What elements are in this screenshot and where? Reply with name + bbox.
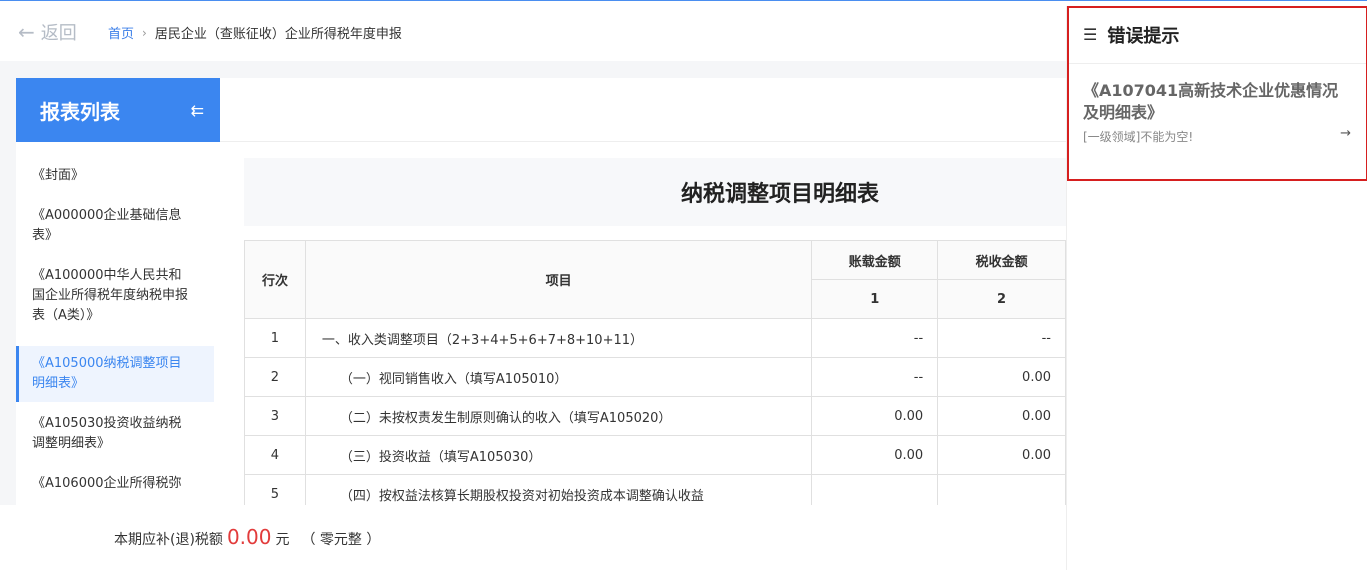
sidebar-item-cover[interactable]: 《封面》 xyxy=(16,166,214,186)
tax-payable-unit: 元 xyxy=(275,532,290,548)
row-tax-amount[interactable] xyxy=(937,474,1066,508)
breadcrumb-current: 居民企业（查账征收）企业所得税年度申报 xyxy=(154,27,402,42)
tax-payable-label: 本期应补(退)税额 xyxy=(114,532,223,548)
row-no: 4 xyxy=(244,435,306,475)
form-title-box: 纳税调整项目明细表 xyxy=(244,158,1066,226)
row-no: 2 xyxy=(244,357,306,397)
col-header-row-no: 行次 xyxy=(244,240,306,319)
col-header-book-amount: 账载金额 xyxy=(811,240,939,280)
row-item: （一）视同销售收入（填写A105010） xyxy=(304,357,813,397)
table-row: 5 （四）按权益法核算长期股权投资对初始投资成本调整确认收益 xyxy=(244,474,1066,508)
row-tax-amount: -- xyxy=(937,318,1066,358)
row-book-amount[interactable]: 0.00 xyxy=(811,435,939,475)
back-button[interactable]: ← 返回 xyxy=(18,19,77,45)
tax-summary-footer: 本期应补(退)税额 0.00 元 （ 零元整 ） xyxy=(0,505,1066,570)
row-tax-amount[interactable]: 0.00 xyxy=(937,357,1066,397)
sidebar-item-a106000[interactable]: 《A106000企业所得税弥 xyxy=(16,474,214,494)
form-toolbar xyxy=(220,78,1066,142)
row-book-amount[interactable] xyxy=(811,474,939,508)
adjustment-table: 行次 项目 账载金额 税收金额 1 2 1 一、收入类调整项目（2+3+4+5+… xyxy=(244,240,1066,508)
row-no: 3 xyxy=(244,396,306,436)
table-row: 3 （二）未按权责发生制原则确认的收入（填写A105020） 0.00 0.00 xyxy=(244,396,1066,436)
col-header-item: 项目 xyxy=(304,240,813,319)
tax-summary: 本期应补(退)税额 0.00 元 （ 零元整 ） xyxy=(114,525,380,549)
col-number-1: 1 xyxy=(811,279,939,319)
error-highlight-box xyxy=(1067,6,1367,181)
table-row: 2 （一）视同销售收入（填写A105010） -- 0.00 xyxy=(244,357,1066,397)
row-tax-amount[interactable]: 0.00 xyxy=(937,435,1066,475)
sidebar-item-a100000[interactable]: 《A100000中华人民共和国企业所得税年度纳税申报表（A类）》 xyxy=(16,266,214,326)
tax-payable-amount: 0.00 xyxy=(226,525,272,549)
row-book-amount[interactable]: 0.00 xyxy=(811,396,939,436)
table-header-row: 行次 项目 账载金额 税收金额 xyxy=(244,240,1066,319)
row-tax-amount[interactable]: 0.00 xyxy=(937,396,1066,436)
row-no: 1 xyxy=(244,318,306,358)
table-row: 1 一、收入类调整项目（2+3+4+5+6+7+8+10+11） -- -- xyxy=(244,318,1066,358)
sidebar-item-a105000[interactable]: 《A105000纳税调整项目明细表》 xyxy=(16,346,214,402)
table-row: 4 （三）投资收益（填写A105030） 0.00 0.00 xyxy=(244,435,1066,475)
report-list-sidebar: 报表列表 ⇇ 《封面》 《A000000企业基础信息表》 《A100000中华人… xyxy=(16,78,220,508)
row-item: （三）投资收益（填写A105030） xyxy=(304,435,813,475)
row-item: 一、收入类调整项目（2+3+4+5+6+7+8+10+11） xyxy=(304,318,813,358)
breadcrumb-home-link[interactable]: 首页 xyxy=(108,23,134,42)
row-book-amount: -- xyxy=(811,357,939,397)
col-number-2: 2 xyxy=(937,279,1066,319)
back-arrow-icon: ← xyxy=(18,20,35,44)
breadcrumb: 首页 › 居民企业（查账征收）企业所得税年度申报 xyxy=(108,23,402,43)
collapse-sidebar-icon[interactable]: ⇇ xyxy=(191,101,204,120)
back-label: 返回 xyxy=(40,23,77,44)
form-main-area: 纳税调整项目明细表 行次 项目 账载金额 税收金额 1 2 1 一、收入类调整项… xyxy=(220,78,1066,508)
row-no: 5 xyxy=(244,474,306,508)
error-panel: ☰ 错误提示 《A107041高新技术企业优惠情况及明细表》 [一级领域]不能为… xyxy=(1066,6,1367,570)
sidebar-header: 报表列表 ⇇ xyxy=(16,78,220,142)
col-header-tax-amount: 税收金额 xyxy=(937,240,1066,280)
tax-payable-amount-cn: （ 零元整 ） xyxy=(301,532,381,548)
row-book-amount: -- xyxy=(811,318,939,358)
report-list: 《封面》 《A000000企业基础信息表》 《A100000中华人民共和国企业所… xyxy=(16,142,220,494)
row-item: （四）按权益法核算长期股权投资对初始投资成本调整确认收益 xyxy=(304,474,813,508)
sidebar-item-a000000[interactable]: 《A000000企业基础信息表》 xyxy=(16,206,214,246)
row-item: （二）未按权责发生制原则确认的收入（填写A105020） xyxy=(304,396,813,436)
form-title: 纳税调整项目明细表 xyxy=(680,182,879,207)
breadcrumb-separator: › xyxy=(142,25,147,40)
sidebar-item-a105030[interactable]: 《A105030投资收益纳税调整明细表》 xyxy=(16,414,214,454)
sidebar-title: 报表列表 xyxy=(40,99,120,124)
